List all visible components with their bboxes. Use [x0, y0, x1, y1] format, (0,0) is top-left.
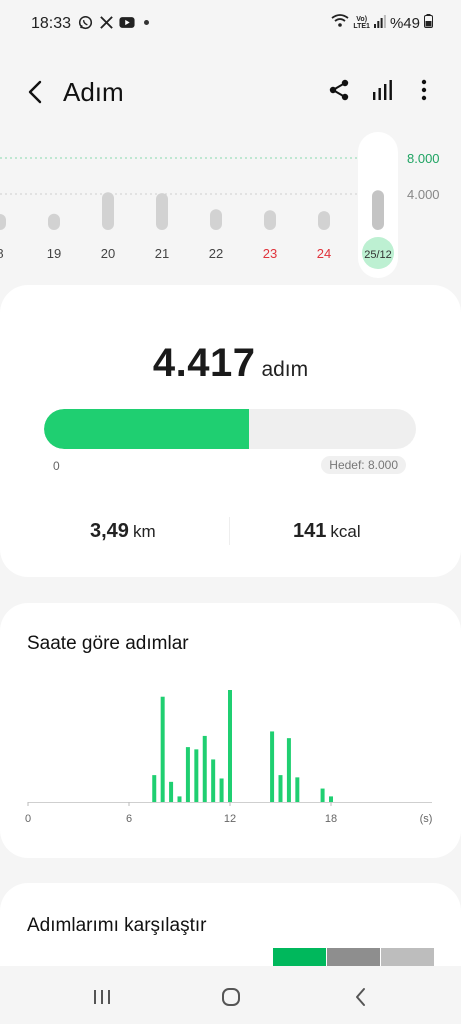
steps-summary-card: 4.417 adım 0 Hedef: 8.000 3,49 km 141 kcal	[0, 285, 461, 577]
x-tick-label: 12	[224, 813, 236, 825]
day-tick-label: 8	[0, 246, 4, 261]
day-tick-label: 20	[101, 246, 115, 261]
calories-stat: 141 kcal	[293, 520, 361, 543]
home-icon	[222, 988, 240, 1006]
day-tick-label: 25/12	[364, 249, 392, 261]
recent-apps-icon	[94, 990, 110, 1004]
hourly-bar	[270, 731, 275, 802]
daily-bar[interactable]	[0, 214, 6, 230]
more-options-button[interactable]	[413, 78, 437, 106]
hourly-bar	[160, 696, 165, 802]
calories-unit: kcal	[330, 522, 361, 541]
daily-bar[interactable]	[156, 193, 168, 230]
daily-bar[interactable]	[48, 213, 60, 230]
y-tick-label: 4.000	[407, 187, 440, 202]
back-icon	[28, 80, 42, 104]
more-notifications-dot	[144, 19, 149, 25]
compare-steps-title: Adımlarımı karşılaştır	[27, 915, 207, 936]
hourly-bar	[211, 759, 216, 802]
steps-count: 4.417	[152, 341, 256, 385]
stat-divider	[229, 517, 230, 545]
hourly-bar	[278, 775, 283, 802]
more-icon	[421, 79, 427, 101]
distance-unit: km	[132, 522, 156, 541]
page-title: Adım	[63, 77, 124, 107]
battery-icon	[424, 14, 433, 32]
goal-progress-fill	[44, 409, 250, 449]
status-time: 18:33	[31, 15, 72, 32]
share-button[interactable]	[328, 78, 352, 106]
daily-bar[interactable]	[318, 211, 330, 230]
hourly-bar	[329, 796, 333, 802]
home-button[interactable]	[216, 986, 246, 1008]
day-tick-label: 23	[263, 246, 277, 261]
statistics-button[interactable]	[372, 78, 396, 106]
hourly-bar	[177, 796, 182, 802]
hourly-steps-chart: 0 6 12 18 (s)	[0, 663, 461, 833]
hourly-bar	[320, 788, 325, 802]
back-nav-icon	[356, 988, 365, 1006]
progress-min-label: 0	[53, 459, 60, 473]
x-tick-label: 0	[25, 813, 31, 825]
back-nav-button[interactable]	[346, 986, 376, 1008]
x-axis-unit-label: (s)	[420, 813, 433, 825]
stats-icon	[373, 80, 392, 100]
hourly-bar	[295, 777, 300, 802]
distance-stat: 3,49 km	[90, 520, 156, 543]
daily-bar[interactable]	[210, 209, 222, 230]
x-tick-label: 6	[126, 813, 132, 825]
goal-label: Hedef: 8.000	[321, 456, 406, 474]
distance-value: 3,49	[90, 520, 129, 542]
daily-bar[interactable]	[264, 210, 276, 230]
wifi-icon	[331, 14, 349, 32]
battery-percentage: %49	[389, 14, 420, 32]
hourly-steps-card[interactable]: Saate göre adımlar 0 6 12 18 (s)	[0, 603, 461, 858]
daily-steps-chart[interactable]: 8 19 20 21 22 23 24 25/12 8.000 4.000	[0, 130, 461, 280]
calories-value: 141	[293, 520, 327, 542]
x-tick-label: 18	[325, 813, 337, 825]
goal-progress-bar	[44, 409, 416, 449]
hourly-bar	[202, 735, 207, 802]
network-type: Vo) LTE1	[353, 16, 370, 30]
hourly-bar	[185, 747, 190, 802]
day-tick-label: 19	[47, 246, 61, 261]
navigation-bar	[0, 966, 461, 1024]
day-tick-label: 21	[155, 246, 169, 261]
status-bar: 18:33 Vo) LTE1 %49	[0, 0, 461, 50]
recent-apps-button[interactable]	[87, 986, 117, 1008]
hourly-bar	[228, 690, 232, 802]
system-icons: Vo) LTE1 %49	[331, 14, 433, 32]
hourly-bar	[219, 778, 224, 802]
whatsapp-icon	[77, 14, 93, 30]
hourly-bar	[286, 738, 291, 802]
daily-bar[interactable]	[102, 192, 114, 230]
hourly-steps-title: Saate göre adımlar	[27, 633, 189, 654]
y-tick-label: 8.000	[407, 151, 440, 166]
hourly-bar	[152, 775, 157, 802]
hourly-bar	[194, 749, 199, 802]
hourly-bar	[169, 781, 174, 802]
notification-icons	[77, 14, 149, 30]
app-header: Adım	[0, 62, 461, 122]
day-tick-label: 24	[317, 246, 331, 261]
day-tick-label: 22	[209, 246, 223, 261]
x-icon	[98, 14, 114, 30]
youtube-icon	[119, 14, 135, 30]
steps-unit: adım	[261, 358, 309, 381]
daily-bar[interactable]	[372, 190, 384, 230]
signal-icon	[373, 14, 386, 32]
back-button[interactable]	[22, 78, 48, 106]
share-icon	[329, 79, 349, 101]
steps-total: 4.417 adım	[0, 341, 461, 386]
